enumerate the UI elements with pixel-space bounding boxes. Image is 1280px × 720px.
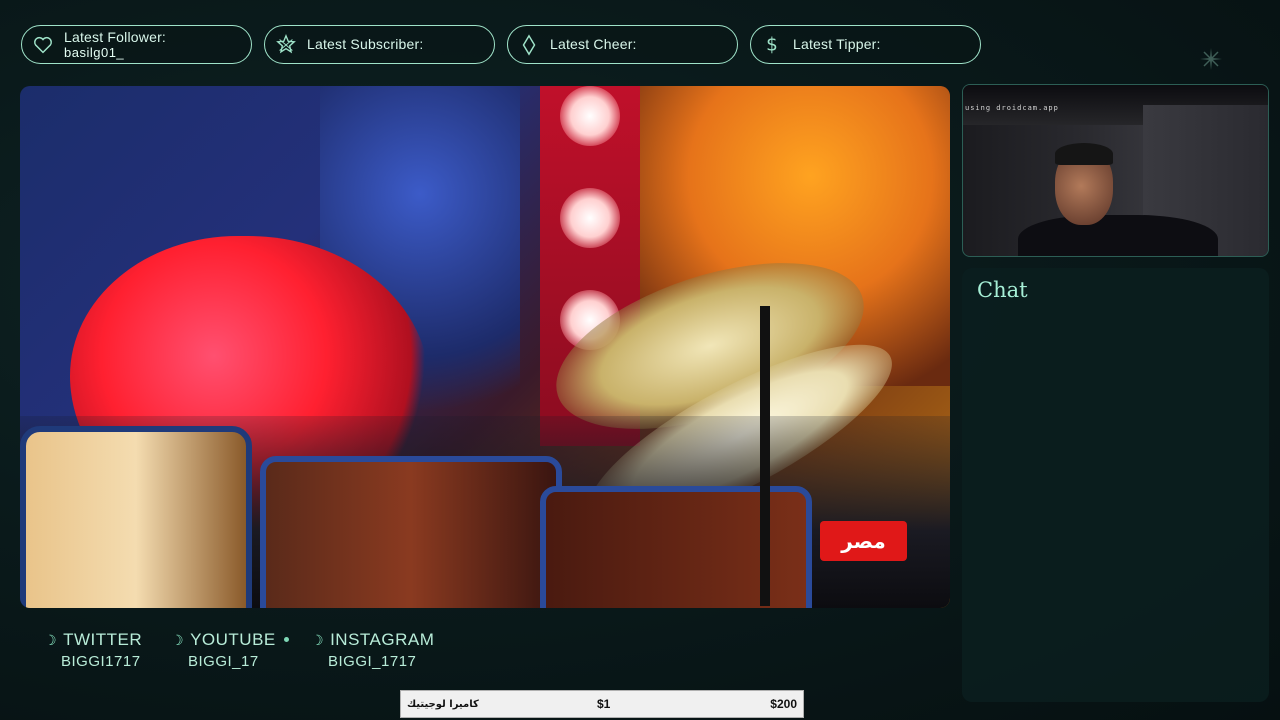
- social-handle: BIGGI1717: [61, 653, 141, 670]
- latest-follower-label: Latest Follower:: [64, 28, 167, 45]
- ticker-product: كاميرا لوجيتيك: [407, 698, 479, 710]
- streamer-body: [1018, 215, 1218, 256]
- social-handle: BIGGI_1717: [328, 653, 417, 670]
- diamond-icon: [518, 33, 540, 56]
- tom-drum: [260, 456, 562, 608]
- social-instagram: ☽ INSTAGRAM BIGGI_1717: [311, 630, 434, 670]
- social-youtube: ☽ YOUTUBE BIGGI_17: [171, 630, 311, 670]
- sparkle-icon: [1200, 48, 1222, 70]
- webcam-watermark: using droidcam.app: [965, 104, 1059, 112]
- chat-title: Chat: [977, 278, 1028, 302]
- moon-icon: ☽: [171, 631, 185, 648]
- star-icon: [275, 33, 297, 56]
- latest-subscriber-label: Latest Subscriber:: [307, 36, 424, 52]
- main-video-feed: مصر: [20, 86, 950, 608]
- chat-panel[interactable]: Chat: [962, 268, 1269, 702]
- product-ticker: كاميرا لوجيتيك $1 $200: [400, 690, 804, 718]
- channel-badge: مصر: [820, 521, 907, 561]
- heart-icon: [32, 34, 54, 56]
- streamer-hair: [1055, 143, 1113, 165]
- webcam-feed: using droidcam.app: [962, 84, 1269, 257]
- alerts-bar: Latest Follower: basilg01_ Latest Subscr…: [21, 25, 981, 64]
- latest-cheer-pill: Latest Cheer:: [507, 25, 738, 64]
- latest-tipper-pill: $ Latest Tipper:: [750, 25, 981, 64]
- moon-icon: ☽: [44, 631, 58, 648]
- social-handle: BIGGI_17: [188, 653, 259, 670]
- social-name: YOUTUBE: [190, 630, 276, 649]
- social-name: TWITTER: [63, 630, 143, 649]
- moon-icon: ☽: [311, 631, 325, 648]
- stage-light: [560, 188, 620, 248]
- latest-cheer-label: Latest Cheer:: [550, 36, 637, 52]
- ticker-price-low: $1: [597, 697, 611, 711]
- ticker-price-high: $200: [770, 697, 797, 711]
- latest-subscriber-pill: Latest Subscriber:: [264, 25, 495, 64]
- latest-follower-value: basilg01_: [64, 44, 125, 60]
- stage-light: [560, 86, 620, 146]
- social-twitter: ☽ TWITTER BIGGI1717: [44, 630, 171, 670]
- cymbal-stand: [760, 306, 770, 606]
- svg-text:$: $: [766, 34, 778, 55]
- latest-follower-pill: Latest Follower: basilg01_: [21, 25, 252, 64]
- latest-tipper-label: Latest Tipper:: [793, 36, 881, 52]
- separator-dot: [284, 637, 289, 642]
- social-links: ☽ TWITTER BIGGI1717 ☽ YOUTUBE BIGGI_17 ☽ IN…: [44, 630, 434, 670]
- tom-drum: [540, 486, 812, 608]
- dollar-icon: $: [761, 34, 783, 56]
- bass-drum: [20, 426, 252, 608]
- social-name: INSTAGRAM: [330, 630, 435, 649]
